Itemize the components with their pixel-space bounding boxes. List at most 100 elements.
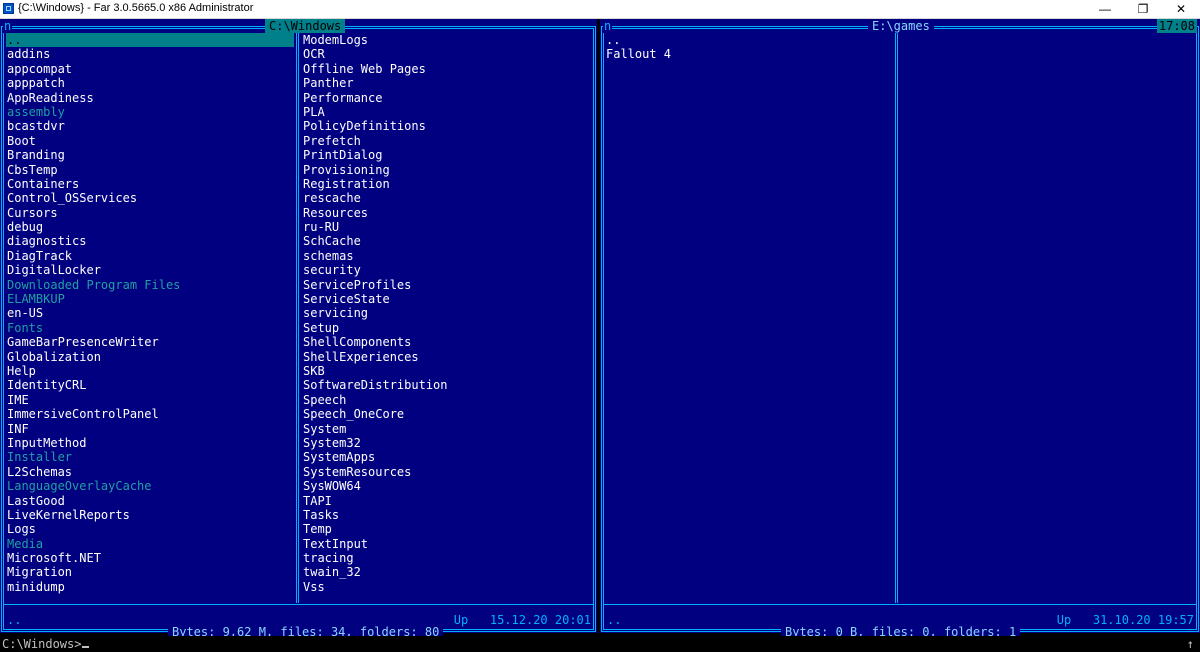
file-item[interactable]: security <box>302 263 448 277</box>
file-item[interactable]: appcompat <box>6 62 294 76</box>
right-panel-sort-letter[interactable]: n <box>603 19 613 33</box>
file-item[interactable]: Performance <box>302 91 448 105</box>
file-item[interactable]: ImmersiveControlPanel <box>6 407 294 421</box>
selected-file-item[interactable]: .. <box>6 33 294 48</box>
file-item[interactable]: SysWOW64 <box>302 479 448 493</box>
file-item[interactable]: servicing <box>302 306 448 320</box>
file-item[interactable]: SKB <box>302 364 448 378</box>
file-item[interactable]: L2Schemas <box>6 465 294 479</box>
file-item[interactable]: PrintDialog <box>302 148 448 162</box>
file-item[interactable]: bcastdvr <box>6 119 294 133</box>
file-item[interactable]: debug <box>6 220 294 234</box>
file-item[interactable]: System <box>302 422 448 436</box>
file-item[interactable]: Speech_OneCore <box>302 407 448 421</box>
file-item[interactable]: minidump <box>6 580 294 594</box>
file-item[interactable]: twain_32 <box>302 565 448 579</box>
file-item[interactable]: SchCache <box>302 234 448 248</box>
file-item[interactable]: ServiceState <box>302 292 448 306</box>
file-item[interactable]: DiagTrack <box>6 249 294 263</box>
command-prompt[interactable]: C:\Windows> <box>2 636 90 652</box>
file-item[interactable]: Boot <box>6 134 294 148</box>
file-item[interactable]: ShellExperiences <box>302 350 448 364</box>
file-item[interactable]: Migration <box>6 565 294 579</box>
file-item[interactable]: IME <box>6 393 294 407</box>
file-item[interactable]: Containers <box>6 177 294 191</box>
file-item[interactable]: en-US <box>6 306 294 320</box>
file-item[interactable]: ru-RU <box>302 220 448 234</box>
file-item[interactable]: Temp <box>302 522 448 536</box>
file-item[interactable]: Offline Web Pages <box>302 62 448 76</box>
file-item[interactable]: addins <box>6 47 294 61</box>
file-item[interactable]: ModemLogs <box>302 33 448 47</box>
file-item[interactable]: GameBarPresenceWriter <box>6 335 294 349</box>
file-item[interactable]: PLA <box>302 105 448 119</box>
file-item[interactable]: AppReadiness <box>6 91 294 105</box>
right-file-panel[interactable]: n E:\games 17:08 .. Fallout 4 .. Up 31.10… <box>600 19 1200 639</box>
file-item[interactable]: Prefetch <box>302 134 448 148</box>
file-item[interactable]: LiveKernelReports <box>6 508 294 522</box>
window-title: {C:\Windows} - Far 3.0.5665.0 x86 Admini… <box>18 2 254 14</box>
file-item[interactable]: DigitalLocker <box>6 263 294 277</box>
file-item[interactable]: OCR <box>302 47 448 61</box>
file-item[interactable]: .. <box>605 33 671 47</box>
file-item[interactable]: Tasks <box>302 508 448 522</box>
file-item[interactable]: rescache <box>302 191 448 205</box>
left-panel-column-1: .. addins appcompat apppatch AppReadiness ass… <box>6 33 294 594</box>
file-item[interactable]: Logs <box>6 522 294 536</box>
left-panel-status-info: Up 15.12.20 20:01 <box>453 613 591 627</box>
command-line[interactable]: C:\Windows> ↑ <box>0 636 1200 652</box>
file-item[interactable]: PolicyDefinitions <box>302 119 448 133</box>
file-item[interactable]: ServiceProfiles <box>302 278 448 292</box>
file-item[interactable]: Microsoft.NET <box>6 551 294 565</box>
file-item[interactable]: Installer <box>6 450 294 464</box>
file-item[interactable]: Fallout 4 <box>605 47 671 61</box>
file-item[interactable]: Registration <box>302 177 448 191</box>
file-item[interactable]: InputMethod <box>6 436 294 450</box>
file-item[interactable]: Control_OSServices <box>6 191 294 205</box>
file-item[interactable]: INF <box>6 422 294 436</box>
window-titlebar[interactable]: {C:\Windows} - Far 3.0.5665.0 x86 Admini… <box>0 0 1200 19</box>
file-item[interactable]: Downloaded Program Files <box>6 278 294 292</box>
file-item[interactable]: Media <box>6 537 294 551</box>
right-panel-path[interactable]: E:\games <box>868 19 934 33</box>
file-item[interactable]: System32 <box>302 436 448 450</box>
left-column-divider <box>296 28 299 603</box>
file-item[interactable]: Globalization <box>6 350 294 364</box>
text-cursor <box>82 646 90 648</box>
file-item[interactable]: Vss <box>302 580 448 594</box>
file-item[interactable]: SoftwareDistribution <box>302 378 448 392</box>
file-item[interactable]: Resources <box>302 206 448 220</box>
file-item[interactable]: Branding <box>6 148 294 162</box>
file-item[interactable]: SystemResources <box>302 465 448 479</box>
file-item[interactable]: schemas <box>302 249 448 263</box>
file-item[interactable]: Setup <box>302 321 448 335</box>
file-item[interactable]: CbsTemp <box>6 163 294 177</box>
file-item[interactable]: Panther <box>302 76 448 90</box>
file-item[interactable]: apppatch <box>6 76 294 90</box>
file-item[interactable]: ShellComponents <box>302 335 448 349</box>
left-panel-sort-letter[interactable]: n <box>3 19 13 33</box>
left-file-panel[interactable]: n C:\Windows .. addins appcompat apppatch Ap… <box>0 19 597 639</box>
file-item[interactable]: Cursors <box>6 206 294 220</box>
file-item[interactable]: LanguageOverlayCache <box>6 479 294 493</box>
file-item[interactable]: TAPI <box>302 494 448 508</box>
file-item[interactable]: Fonts <box>6 321 294 335</box>
file-item[interactable]: Help <box>6 364 294 378</box>
file-item[interactable]: tracing <box>302 551 448 565</box>
file-item[interactable]: IdentityCRL <box>6 378 294 392</box>
file-item[interactable]: ELAMBKUP <box>6 292 294 306</box>
maximize-button[interactable]: ❐ <box>1124 0 1162 18</box>
left-panel-column-2: ModemLogs OCR Offline Web Pages Panther Perf… <box>302 33 448 594</box>
file-item[interactable]: SystemApps <box>302 450 448 464</box>
minimize-button[interactable]: — <box>1086 0 1124 18</box>
clock: 17:08 <box>1156 19 1197 33</box>
file-item[interactable]: Provisioning <box>302 163 448 177</box>
close-button[interactable]: ✕ <box>1162 0 1200 18</box>
file-item[interactable]: TextInput <box>302 537 448 551</box>
file-item[interactable]: LastGood <box>6 494 294 508</box>
file-item[interactable]: Speech <box>302 393 448 407</box>
file-item[interactable]: diagnostics <box>6 234 294 248</box>
file-item[interactable]: assembly <box>6 105 294 119</box>
far-app-icon <box>3 3 14 14</box>
left-panel-path[interactable]: C:\Windows <box>265 19 346 33</box>
